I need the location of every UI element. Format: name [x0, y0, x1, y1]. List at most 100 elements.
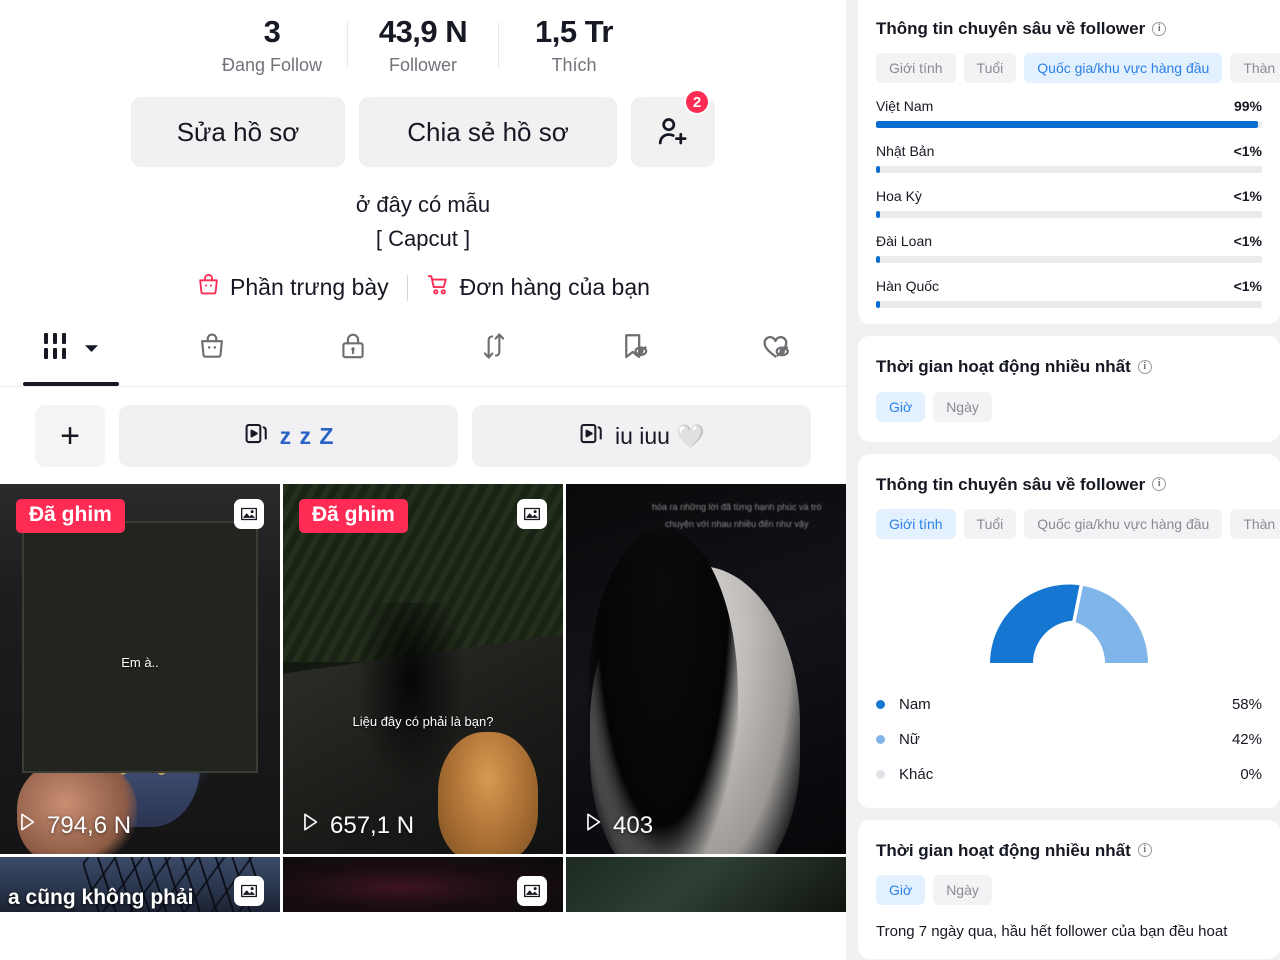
- card-title-text: Thời gian hoạt động nhiều nhất: [876, 357, 1131, 377]
- card-title-text: Thời gian hoạt động nhiều nhất: [876, 840, 1131, 860]
- playlist-item-1-label: z z Z: [279, 422, 335, 449]
- play-count: 403: [582, 811, 653, 840]
- country-row: Việt Nam 99%: [876, 98, 1262, 129]
- info-icon[interactable]: i: [1137, 843, 1152, 858]
- country-name: Hàn Quốc: [876, 278, 940, 295]
- chip-gender[interactable]: Giới tính: [876, 508, 956, 539]
- country-bar-fill: [876, 301, 880, 309]
- play-count: 794,6 N: [16, 811, 131, 840]
- country-bar-track: [876, 166, 1262, 174]
- play-icon: [299, 811, 321, 840]
- pinned-badge: Đã ghim: [16, 499, 125, 534]
- chip-hour[interactable]: Giờ: [876, 391, 926, 422]
- country-bar-track: [876, 211, 1262, 219]
- playlist-item-2[interactable]: iu iuu 🤍: [472, 405, 811, 468]
- shop-bag-icon: [196, 330, 228, 367]
- country-bar-fill: [876, 256, 880, 264]
- stat-following[interactable]: 3 Đang Follow: [197, 14, 347, 76]
- share-profile-button[interactable]: Chia sẻ hồ sơ: [359, 97, 617, 168]
- activity-chips: Giờ Ngày: [876, 391, 1262, 422]
- heart-hidden-icon: [759, 329, 793, 368]
- showcase-link-label: Phần trưng bày: [230, 274, 389, 301]
- repost-icon: [478, 330, 510, 367]
- stat-followers-value: 43,9 N: [378, 14, 468, 49]
- country-bar-fill: [876, 166, 880, 174]
- tab-private[interactable]: [282, 321, 423, 386]
- edit-profile-button[interactable]: Sửa hồ sơ: [131, 97, 345, 168]
- playlist-icon: [243, 420, 270, 453]
- country-value: 99%: [1233, 98, 1262, 115]
- chevron-down-icon[interactable]: [84, 340, 99, 358]
- country-bar-fill: [876, 121, 1259, 129]
- activity-chips: Giờ Ngày: [876, 875, 1262, 905]
- tab-shop[interactable]: [141, 321, 282, 386]
- country-bar-track: [876, 121, 1262, 129]
- video-grid: Đã ghim Em à.. 794,6 N Đã ghim Liệu đây …: [0, 484, 846, 913]
- gender-card-chips: Giới tính Tuổi Quốc gia/khu vực hàng đầu…: [876, 508, 1280, 539]
- profile-tabbar: [0, 321, 846, 388]
- chip-age[interactable]: Tuổi: [963, 53, 1017, 84]
- country-bar-fill: [876, 211, 880, 219]
- country-row: Hoa Kỳ <1%: [876, 188, 1262, 219]
- country-bar-track: [876, 301, 1262, 309]
- video-cell-3[interactable]: hóa ra những lời đã từng hạnh phúc và tr…: [566, 484, 846, 855]
- legend-value-khac: 0%: [1240, 765, 1262, 783]
- multi-photo-icon: [234, 876, 264, 907]
- multi-photo-icon: [517, 876, 547, 907]
- tab-reposts[interactable]: [423, 321, 564, 386]
- shop-links: Phần trưng bày Đơn hàng của bạn: [0, 272, 846, 303]
- profile-stats: 3 Đang Follow 43,9 N Follower 1,5 Tr Thí…: [0, 0, 846, 76]
- stat-followers-label: Follower: [388, 54, 458, 75]
- chip-hour[interactable]: Giờ: [876, 875, 926, 905]
- orders-link-label: Đơn hàng của bạn: [459, 274, 650, 301]
- video-overlay-text: hóa ra những lời đã từng hạnh phúc và tr…: [652, 502, 822, 530]
- video-cell-4[interactable]: a cũng không phải: [0, 857, 280, 913]
- profile-bio: ở đây có mẫu [ Capcut ]: [0, 188, 846, 256]
- playlist-icon: [578, 420, 605, 453]
- legend-row: Nữ 42%: [876, 722, 1262, 757]
- legend-dot-nu: [876, 734, 885, 744]
- chip-city[interactable]: Thàn: [1230, 53, 1280, 84]
- add-friends-button[interactable]: 2: [631, 89, 715, 168]
- video-thumbnail: [0, 484, 280, 855]
- play-count-value: 403: [613, 811, 654, 839]
- add-playlist-button[interactable]: +: [35, 405, 105, 468]
- chip-country[interactable]: Quốc gia/khu vực hàng đầu: [1024, 53, 1223, 84]
- chip-day[interactable]: Ngày: [933, 875, 992, 905]
- playlist-item-1[interactable]: z z Z: [119, 405, 458, 468]
- country-name: Đài Loan: [876, 233, 933, 250]
- stat-following-value: 3: [263, 14, 281, 49]
- chip-age[interactable]: Tuổi: [963, 508, 1017, 539]
- chip-country[interactable]: Quốc gia/khu vực hàng đầu: [1024, 508, 1223, 539]
- legend-label-nam: Nam: [899, 695, 931, 713]
- insights-panel: Thông tin chuyên sâu về follower i Giới …: [846, 0, 1280, 960]
- tab-saved[interactable]: [564, 321, 705, 386]
- video-cell-6[interactable]: [566, 857, 846, 913]
- info-icon[interactable]: i: [1137, 359, 1152, 374]
- playlist-item-2-label: iu iuu 🤍: [614, 422, 705, 449]
- tab-videos[interactable]: [0, 321, 141, 387]
- info-icon[interactable]: i: [1152, 477, 1167, 492]
- multi-photo-icon: [517, 499, 547, 530]
- stat-followers[interactable]: 43,9 N Follower: [348, 14, 498, 76]
- legend-dot-nam: [876, 699, 885, 709]
- legend-label-nu: Nữ: [899, 730, 920, 748]
- play-count-value: 794,6 N: [47, 811, 132, 839]
- add-friends-badge: 2: [684, 89, 710, 116]
- country-card-chips: Giới tính Tuổi Quốc gia/khu vực hàng đầu…: [876, 53, 1280, 84]
- stat-likes[interactable]: 1,5 Tr Thích: [499, 14, 649, 76]
- video-caption: a cũng không phải: [8, 886, 194, 910]
- tab-liked[interactable]: [705, 321, 846, 386]
- gender-donut-svg: [990, 584, 1148, 663]
- video-cell-2[interactable]: Đã ghim Liệu đây có phải là bạn? 657,1 N: [283, 484, 563, 855]
- chip-city[interactable]: Thàn: [1230, 508, 1280, 539]
- orders-link[interactable]: Đơn hàng của bạn: [408, 272, 668, 303]
- showcase-link[interactable]: Phần trưng bày: [178, 272, 407, 303]
- card-title: Thời gian hoạt động nhiều nhất i: [876, 840, 1262, 861]
- video-cell-1[interactable]: Đã ghim Em à.. 794,6 N: [0, 484, 280, 855]
- chip-gender[interactable]: Giới tính: [876, 53, 956, 84]
- video-cell-5[interactable]: [283, 857, 563, 913]
- multi-photo-icon: [234, 499, 264, 530]
- info-icon[interactable]: i: [1152, 21, 1167, 36]
- chip-day[interactable]: Ngày: [933, 391, 992, 422]
